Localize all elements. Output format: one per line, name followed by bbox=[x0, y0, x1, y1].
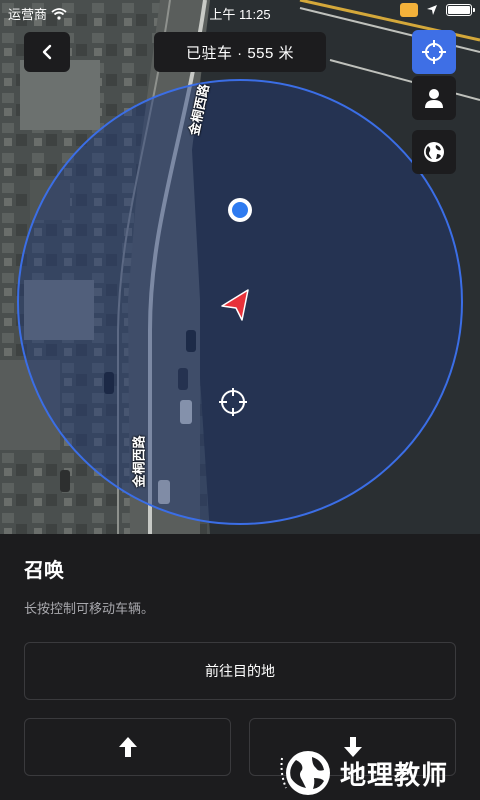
watermark: 地理教师 bbox=[278, 748, 448, 798]
go-to-destination-button[interactable]: 前往目的地 bbox=[24, 642, 456, 700]
move-forward-button[interactable] bbox=[24, 718, 231, 776]
panel-title: 召唤 bbox=[24, 560, 64, 582]
map-type-button[interactable] bbox=[412, 130, 456, 174]
street-label-bottom-text: 金桐西路 bbox=[131, 435, 147, 488]
summon-range-circle bbox=[17, 79, 463, 525]
globe-logo-icon bbox=[280, 751, 330, 795]
location-arrow-icon bbox=[427, 5, 437, 15]
go-to-destination-label: 前往目的地 bbox=[205, 663, 275, 679]
crosshair-icon bbox=[422, 40, 446, 64]
status-bar: 运营商 上午 11:25 bbox=[0, 0, 480, 24]
map-view[interactable]: 金桐西路 金桐西路 bbox=[0, 0, 480, 534]
panel-description: 长按控制可移动车辆。 bbox=[24, 601, 155, 616]
target-crosshair-icon[interactable] bbox=[217, 386, 249, 418]
user-location-dot bbox=[228, 198, 252, 222]
globe-icon bbox=[424, 142, 444, 162]
lock-icon bbox=[400, 3, 418, 17]
driver-button[interactable] bbox=[412, 76, 456, 120]
parking-status-title: 已驻车 · 555 米 bbox=[154, 32, 326, 72]
car-marker-icon bbox=[221, 289, 249, 321]
watermark-text: 地理教师 bbox=[340, 760, 449, 791]
person-icon bbox=[425, 89, 443, 108]
chevron-left-icon bbox=[42, 44, 52, 60]
recenter-button[interactable] bbox=[412, 30, 456, 74]
arrow-up-icon bbox=[118, 737, 137, 757]
back-button[interactable] bbox=[24, 32, 70, 72]
battery-icon bbox=[446, 4, 475, 16]
